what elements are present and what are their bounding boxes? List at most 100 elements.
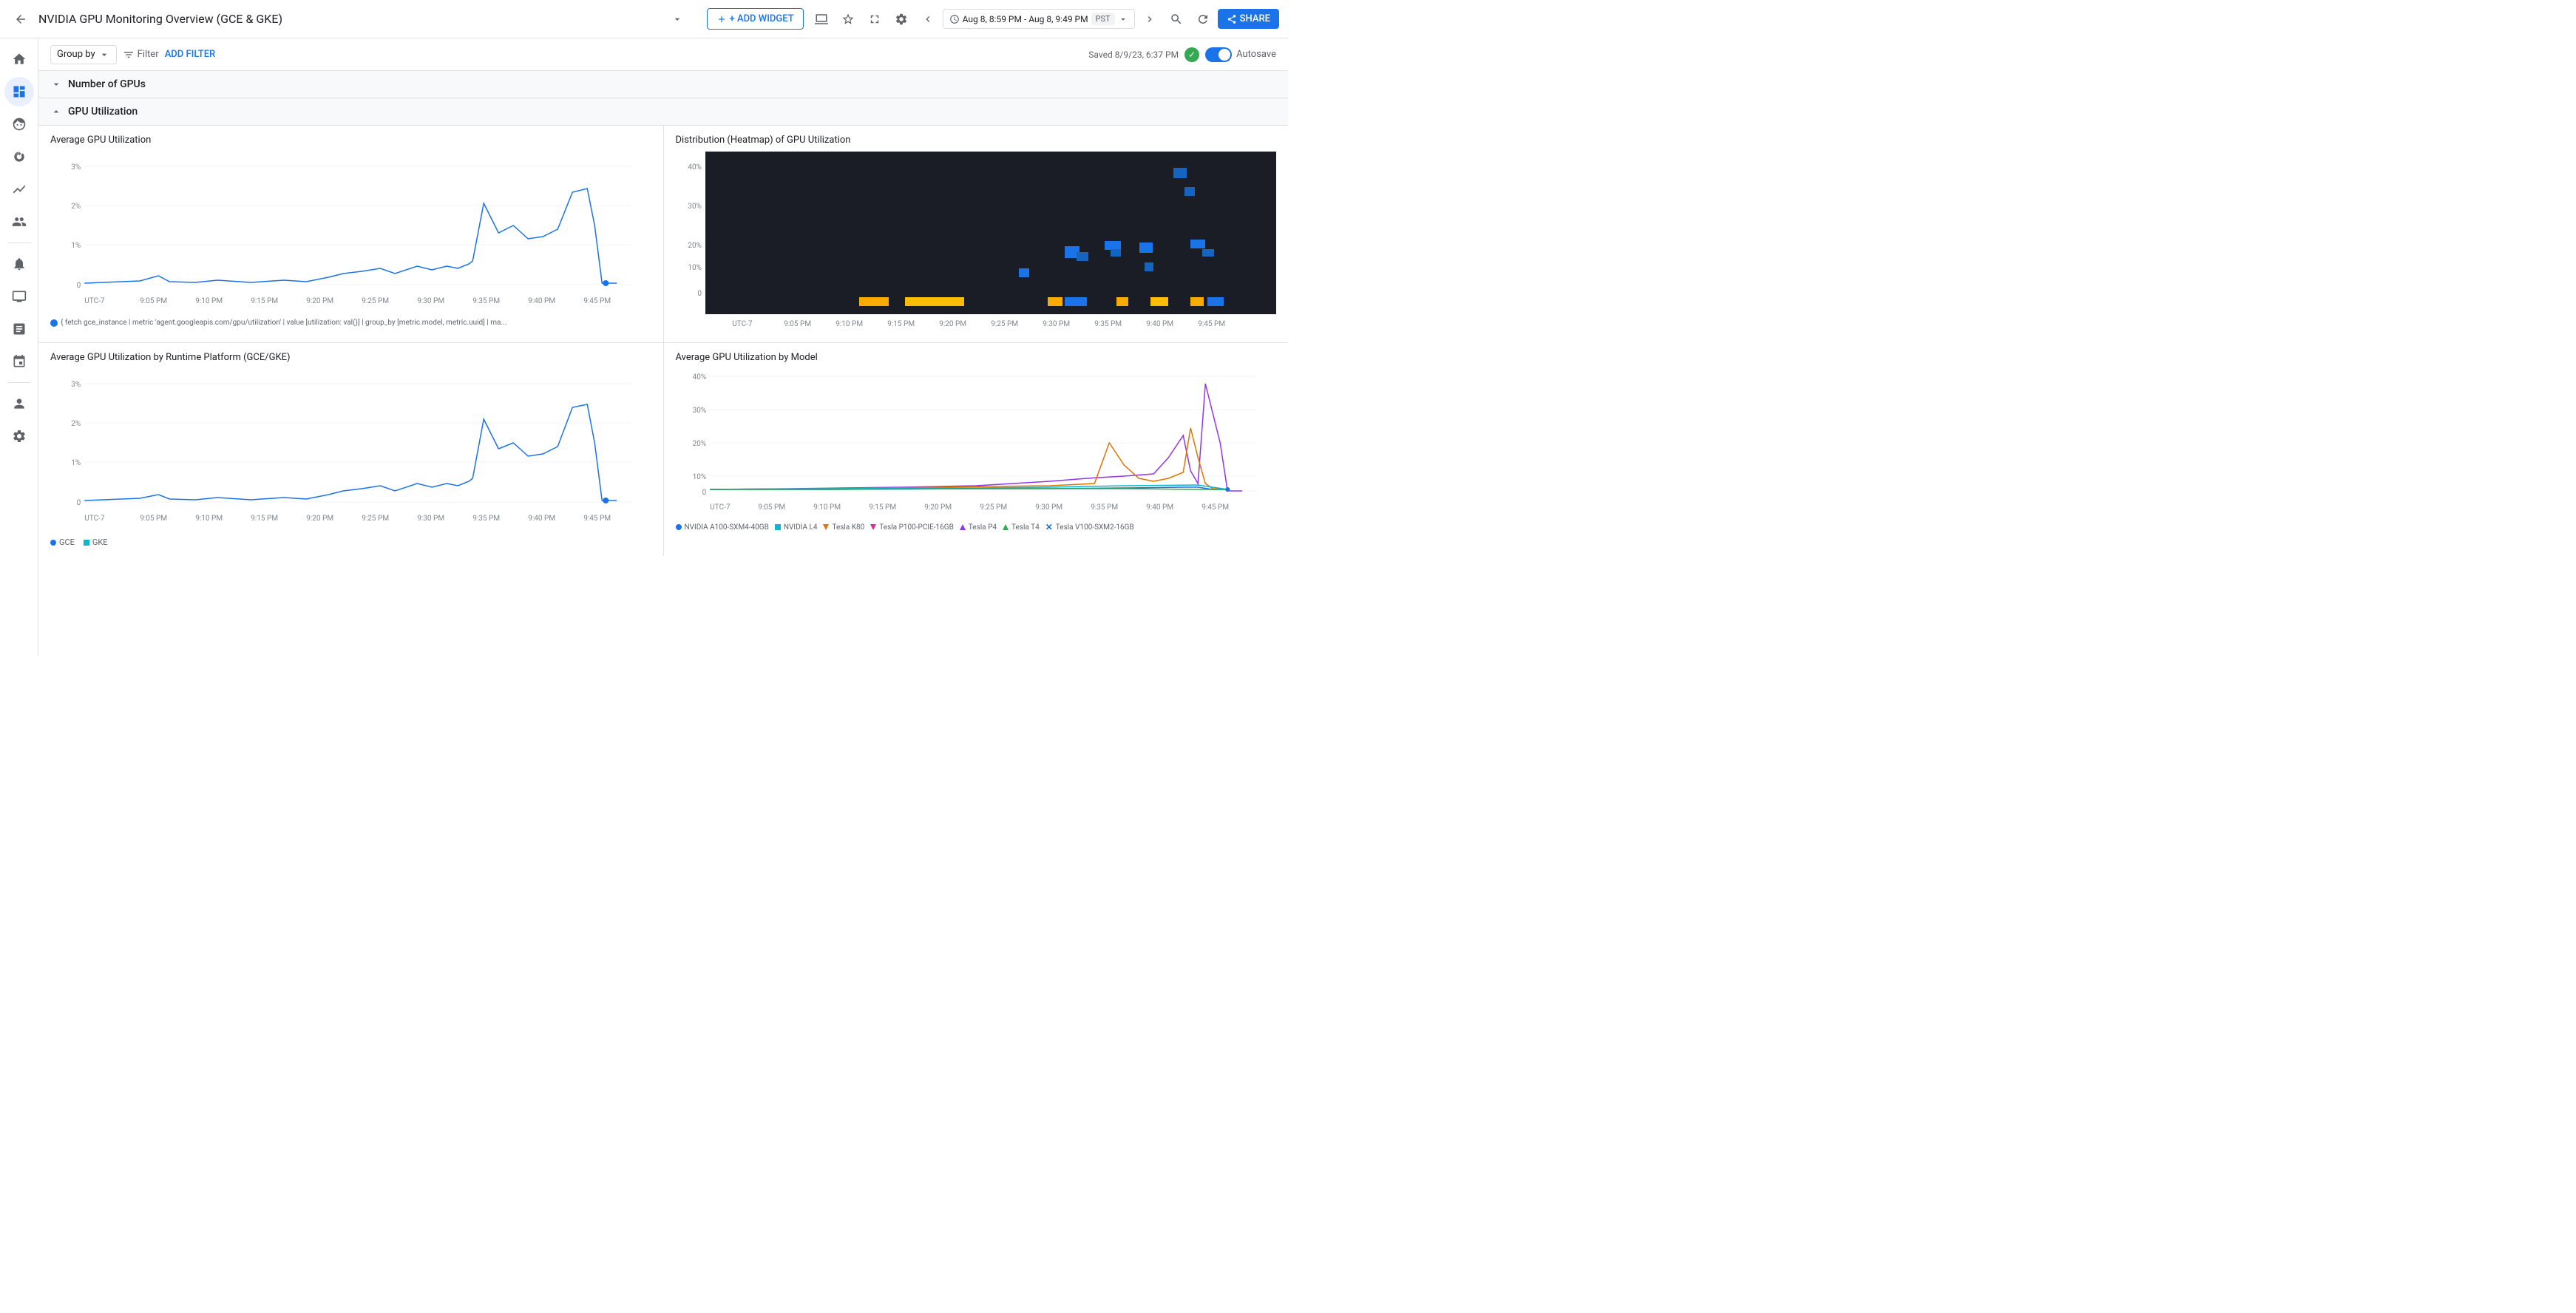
dashboard-title: NVIDIA GPU Monitoring Overview (GCE & GK… [38, 12, 665, 26]
sidebar-icon-trace[interactable] [4, 347, 34, 376]
legend-t4: Tesla T4 [1003, 523, 1040, 532]
svg-text:20%: 20% [692, 440, 706, 448]
prev-time-button[interactable] [916, 7, 940, 31]
svg-text:9:25 PM: 9:25 PM [362, 515, 389, 523]
svg-text:9:10 PM: 9:10 PM [813, 503, 841, 512]
sidebar-icon-uptime[interactable] [4, 142, 34, 172]
autosave-thumb [1218, 49, 1230, 61]
filter-button[interactable]: Filter [123, 49, 159, 61]
svg-text:9:35 PM: 9:35 PM [472, 297, 500, 305]
section-header-gpus[interactable]: Number of GPUs [38, 71, 1288, 98]
filter-label: Filter [138, 49, 159, 60]
fullscreen-button[interactable] [863, 7, 887, 31]
back-button[interactable] [9, 7, 33, 31]
svg-text:9:45 PM: 9:45 PM [583, 515, 611, 523]
sidebar-icon-profiler[interactable] [4, 207, 34, 237]
heatmap-y-axis: 40% 30% 20% 10% 0 [676, 152, 705, 314]
svg-text:9:30 PM: 9:30 PM [1043, 320, 1070, 328]
legend-a100: NVIDIA A100-SXM4-40GB [676, 523, 769, 532]
svg-text:UTC-7: UTC-7 [84, 515, 105, 523]
svg-text:2%: 2% [71, 203, 81, 211]
title-chevron-icon[interactable] [671, 13, 683, 25]
query-label-avg: { fetch gce_instance | metric 'agent.goo… [50, 319, 651, 327]
svg-text:9:25 PM: 9:25 PM [980, 503, 1007, 512]
star-button[interactable] [836, 7, 860, 31]
svg-text:1%: 1% [71, 242, 81, 250]
main-content: Group by Filter ADD FILTER Saved 8/9/23,… [38, 38, 1288, 656]
svg-text:9:20 PM: 9:20 PM [924, 503, 952, 512]
svg-text:3%: 3% [71, 163, 81, 172]
sidebar-icon-metrics[interactable] [4, 174, 34, 204]
svg-text:9:45 PM: 9:45 PM [1198, 320, 1225, 328]
present-button[interactable] [810, 7, 833, 31]
svg-text:9:40 PM: 9:40 PM [1146, 320, 1173, 328]
autosave-label: Autosave [1236, 49, 1276, 60]
svg-text:9:10 PM: 9:10 PM [195, 297, 223, 305]
svg-text:9:20 PM: 9:20 PM [939, 320, 966, 328]
svg-text:9:15 PM: 9:15 PM [251, 297, 278, 305]
svg-text:9:15 PM: 9:15 PM [869, 503, 896, 512]
sidebar-icon-alerts[interactable] [4, 249, 34, 279]
svg-text:9:10 PM: 9:10 PM [835, 320, 863, 328]
chart-avg-runtime: Average GPU Utilization by Runtime Platf… [38, 343, 663, 556]
legend-v100: ✕ Tesla V100-SXM2-16GB [1045, 523, 1134, 532]
svg-text:9:15 PM: 9:15 PM [251, 515, 278, 523]
sidebar-icon-monitor[interactable] [4, 282, 34, 311]
add-widget-button[interactable]: + ADD WIDGET [707, 8, 804, 30]
svg-text:9:05 PM: 9:05 PM [140, 515, 167, 523]
add-widget-label: + ADD WIDGET [730, 13, 794, 24]
sidebar-icon-home[interactable] [4, 44, 34, 74]
sidebar-icon-settings[interactable] [4, 421, 34, 451]
sidebar-icon-routes[interactable] [4, 109, 34, 139]
refresh-button[interactable] [1191, 7, 1215, 31]
svg-text:2%: 2% [71, 420, 81, 428]
svg-text:9:30 PM: 9:30 PM [1035, 503, 1062, 512]
top-header: NVIDIA GPU Monitoring Overview (GCE & GK… [0, 0, 1288, 38]
search-button[interactable] [1165, 7, 1188, 31]
model-legend: NVIDIA A100-SXM4-40GB NVIDIA L4 Tesla K8… [676, 523, 1277, 532]
autosave-track[interactable] [1205, 47, 1232, 62]
autosave-toggle[interactable]: Autosave [1205, 47, 1276, 62]
svg-text:9:35 PM: 9:35 PM [472, 515, 500, 523]
sidebar-icon-logs[interactable] [4, 314, 34, 344]
svg-text:0: 0 [697, 290, 702, 298]
section-number-of-gpus: Number of GPUs [38, 71, 1288, 98]
section-title-utilization: GPU Utilization [68, 106, 138, 118]
avg-model-svg: 40% 30% 20% 10% 0 UTC-7 9:05 PM 9:10 PM … [676, 369, 1277, 517]
svg-text:30%: 30% [688, 203, 702, 211]
next-time-button[interactable] [1138, 7, 1162, 31]
svg-text:9:10 PM: 9:10 PM [195, 515, 223, 523]
svg-text:UTC-7: UTC-7 [710, 503, 731, 512]
heatmap-visual [705, 152, 1277, 314]
svg-text:0: 0 [77, 282, 81, 290]
legend-p4: Tesla P4 [960, 523, 997, 532]
saved-info: Saved 8/9/23, 6:37 PM ✓ Autosave [1088, 47, 1276, 62]
avg-runtime-svg: 3% 2% 1% 0 UTC-7 9:05 PM 9:10 PM 9:15 PM… [50, 369, 651, 532]
chart-title-avg-gpu: Average GPU Utilization [50, 135, 651, 146]
legend-k80: Tesla K80 [823, 523, 864, 532]
avg-gpu-util-svg: 3% 2% 1% 0 UTC-7 9:05 PM 9:10 PM 9:15 PM… [50, 152, 651, 314]
time-range-button[interactable]: Aug 8, 8:59 PM - Aug 8, 9:49 PM PST [943, 9, 1135, 29]
add-filter-button[interactable]: ADD FILTER [165, 49, 216, 60]
svg-text:9:05 PM: 9:05 PM [784, 320, 811, 328]
time-range-label: Aug 8, 8:59 PM - Aug 8, 9:49 PM [963, 14, 1088, 24]
svg-text:UTC-7: UTC-7 [732, 320, 753, 328]
svg-text:9:40 PM: 9:40 PM [528, 515, 555, 523]
sidebar-icon-dashboard[interactable] [4, 77, 34, 106]
svg-text:0: 0 [77, 499, 81, 507]
section-title-gpus: Number of GPUs [68, 78, 146, 90]
svg-text:9:05 PM: 9:05 PM [140, 297, 167, 305]
group-by-button[interactable]: Group by [50, 45, 117, 64]
section-header-utilization[interactable]: GPU Utilization [38, 98, 1288, 126]
share-button[interactable]: SHARE [1218, 9, 1279, 29]
legend-l4: NVIDIA L4 [775, 523, 818, 532]
settings-button[interactable] [889, 7, 913, 31]
svg-text:9:45 PM: 9:45 PM [583, 297, 611, 305]
timezone-badge: PST [1091, 13, 1115, 25]
svg-text:9:35 PM: 9:35 PM [1094, 320, 1122, 328]
sidebar-icon-person[interactable] [4, 389, 34, 418]
svg-text:9:25 PM: 9:25 PM [991, 320, 1018, 328]
heatmap-x-axis: UTC-7 9:05 PM 9:10 PM 9:15 PM 9:20 PM 9:… [705, 314, 1277, 330]
svg-text:9:30 PM: 9:30 PM [417, 297, 444, 305]
svg-text:9:05 PM: 9:05 PM [758, 503, 785, 512]
